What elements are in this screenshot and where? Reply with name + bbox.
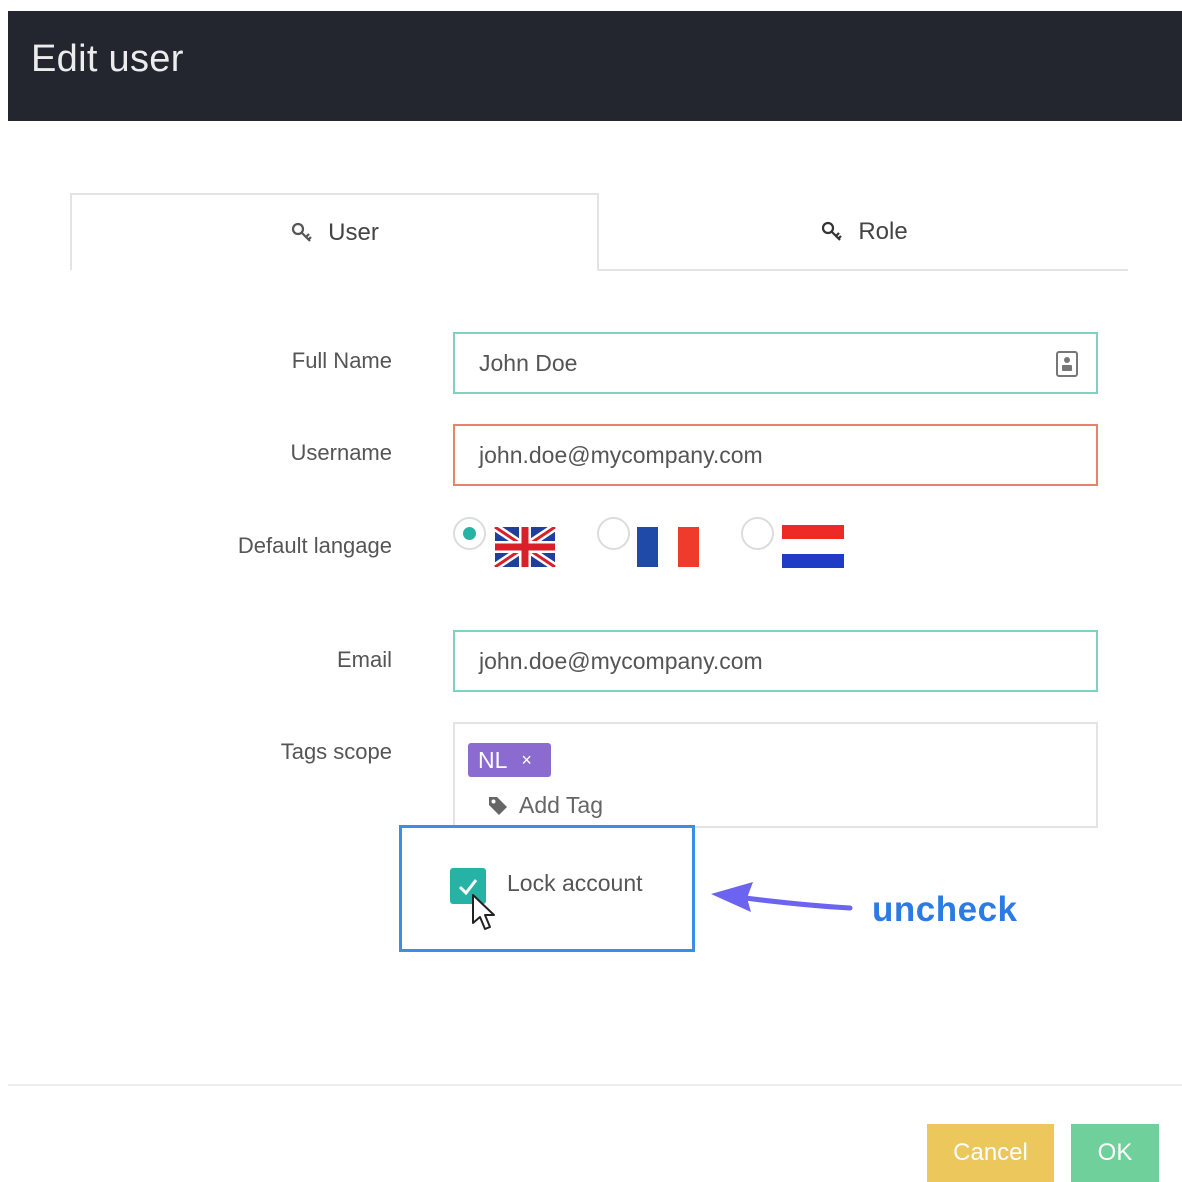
tag-text: NL [478,746,508,773]
username-value: john.doe@mycompany.com [479,441,763,468]
username-label: Username [290,440,392,465]
lock-account-label: Lock account [507,870,643,896]
tag-remove-icon[interactable]: × [521,750,532,771]
email-label: Email [336,647,392,672]
footer-divider [8,1084,1182,1086]
add-tag-input[interactable]: Add Tag [487,792,603,819]
email-field[interactable]: john.doe@mycompany.com [453,630,1098,692]
annotation-arrow-icon [711,882,853,912]
mouse-cursor-icon [472,894,495,930]
default-language-label: Default langage [237,533,392,558]
dialog-title: Edit user [31,38,184,80]
key-icon [292,222,312,242]
full-name-label: Full Name [291,348,392,373]
cancel-button[interactable]: Cancel [927,1124,1054,1182]
full-name-value: John Doe [479,349,578,376]
tab-role[interactable]: Role [599,193,1129,270]
username-field[interactable]: john.doe@mycompany.com [453,424,1098,486]
add-tag-placeholder: Add Tag [519,792,603,818]
annotation-text: uncheck [872,890,1018,929]
full-name-field[interactable]: John Doe [453,332,1098,394]
tags-input[interactable]: NL × Add Tag [453,722,1098,828]
netherlands-flag-icon[interactable] [782,525,844,568]
uk-flag-icon[interactable] [494,527,556,567]
radio-selected-dot [463,527,476,540]
language-radio-uk[interactable] [453,517,486,550]
france-flag-icon[interactable] [637,527,699,567]
contact-card-icon[interactable] [1056,351,1078,377]
tag-chip: NL × [468,743,551,777]
tags-scope-label: Tags scope [280,739,392,764]
language-radio-netherlands[interactable] [741,517,774,550]
ok-button[interactable]: OK [1071,1124,1159,1182]
tab-user[interactable]: User [70,193,599,270]
email-value: john.doe@mycompany.com [479,647,763,674]
tab-bar: User Role [70,193,1130,271]
key-icon [822,221,843,241]
tab-role-label: Role [858,217,908,245]
dialog-header: Edit user [8,11,1182,121]
tab-user-label: User [328,218,379,246]
tag-icon [489,796,507,815]
language-radio-france[interactable] [597,517,630,550]
